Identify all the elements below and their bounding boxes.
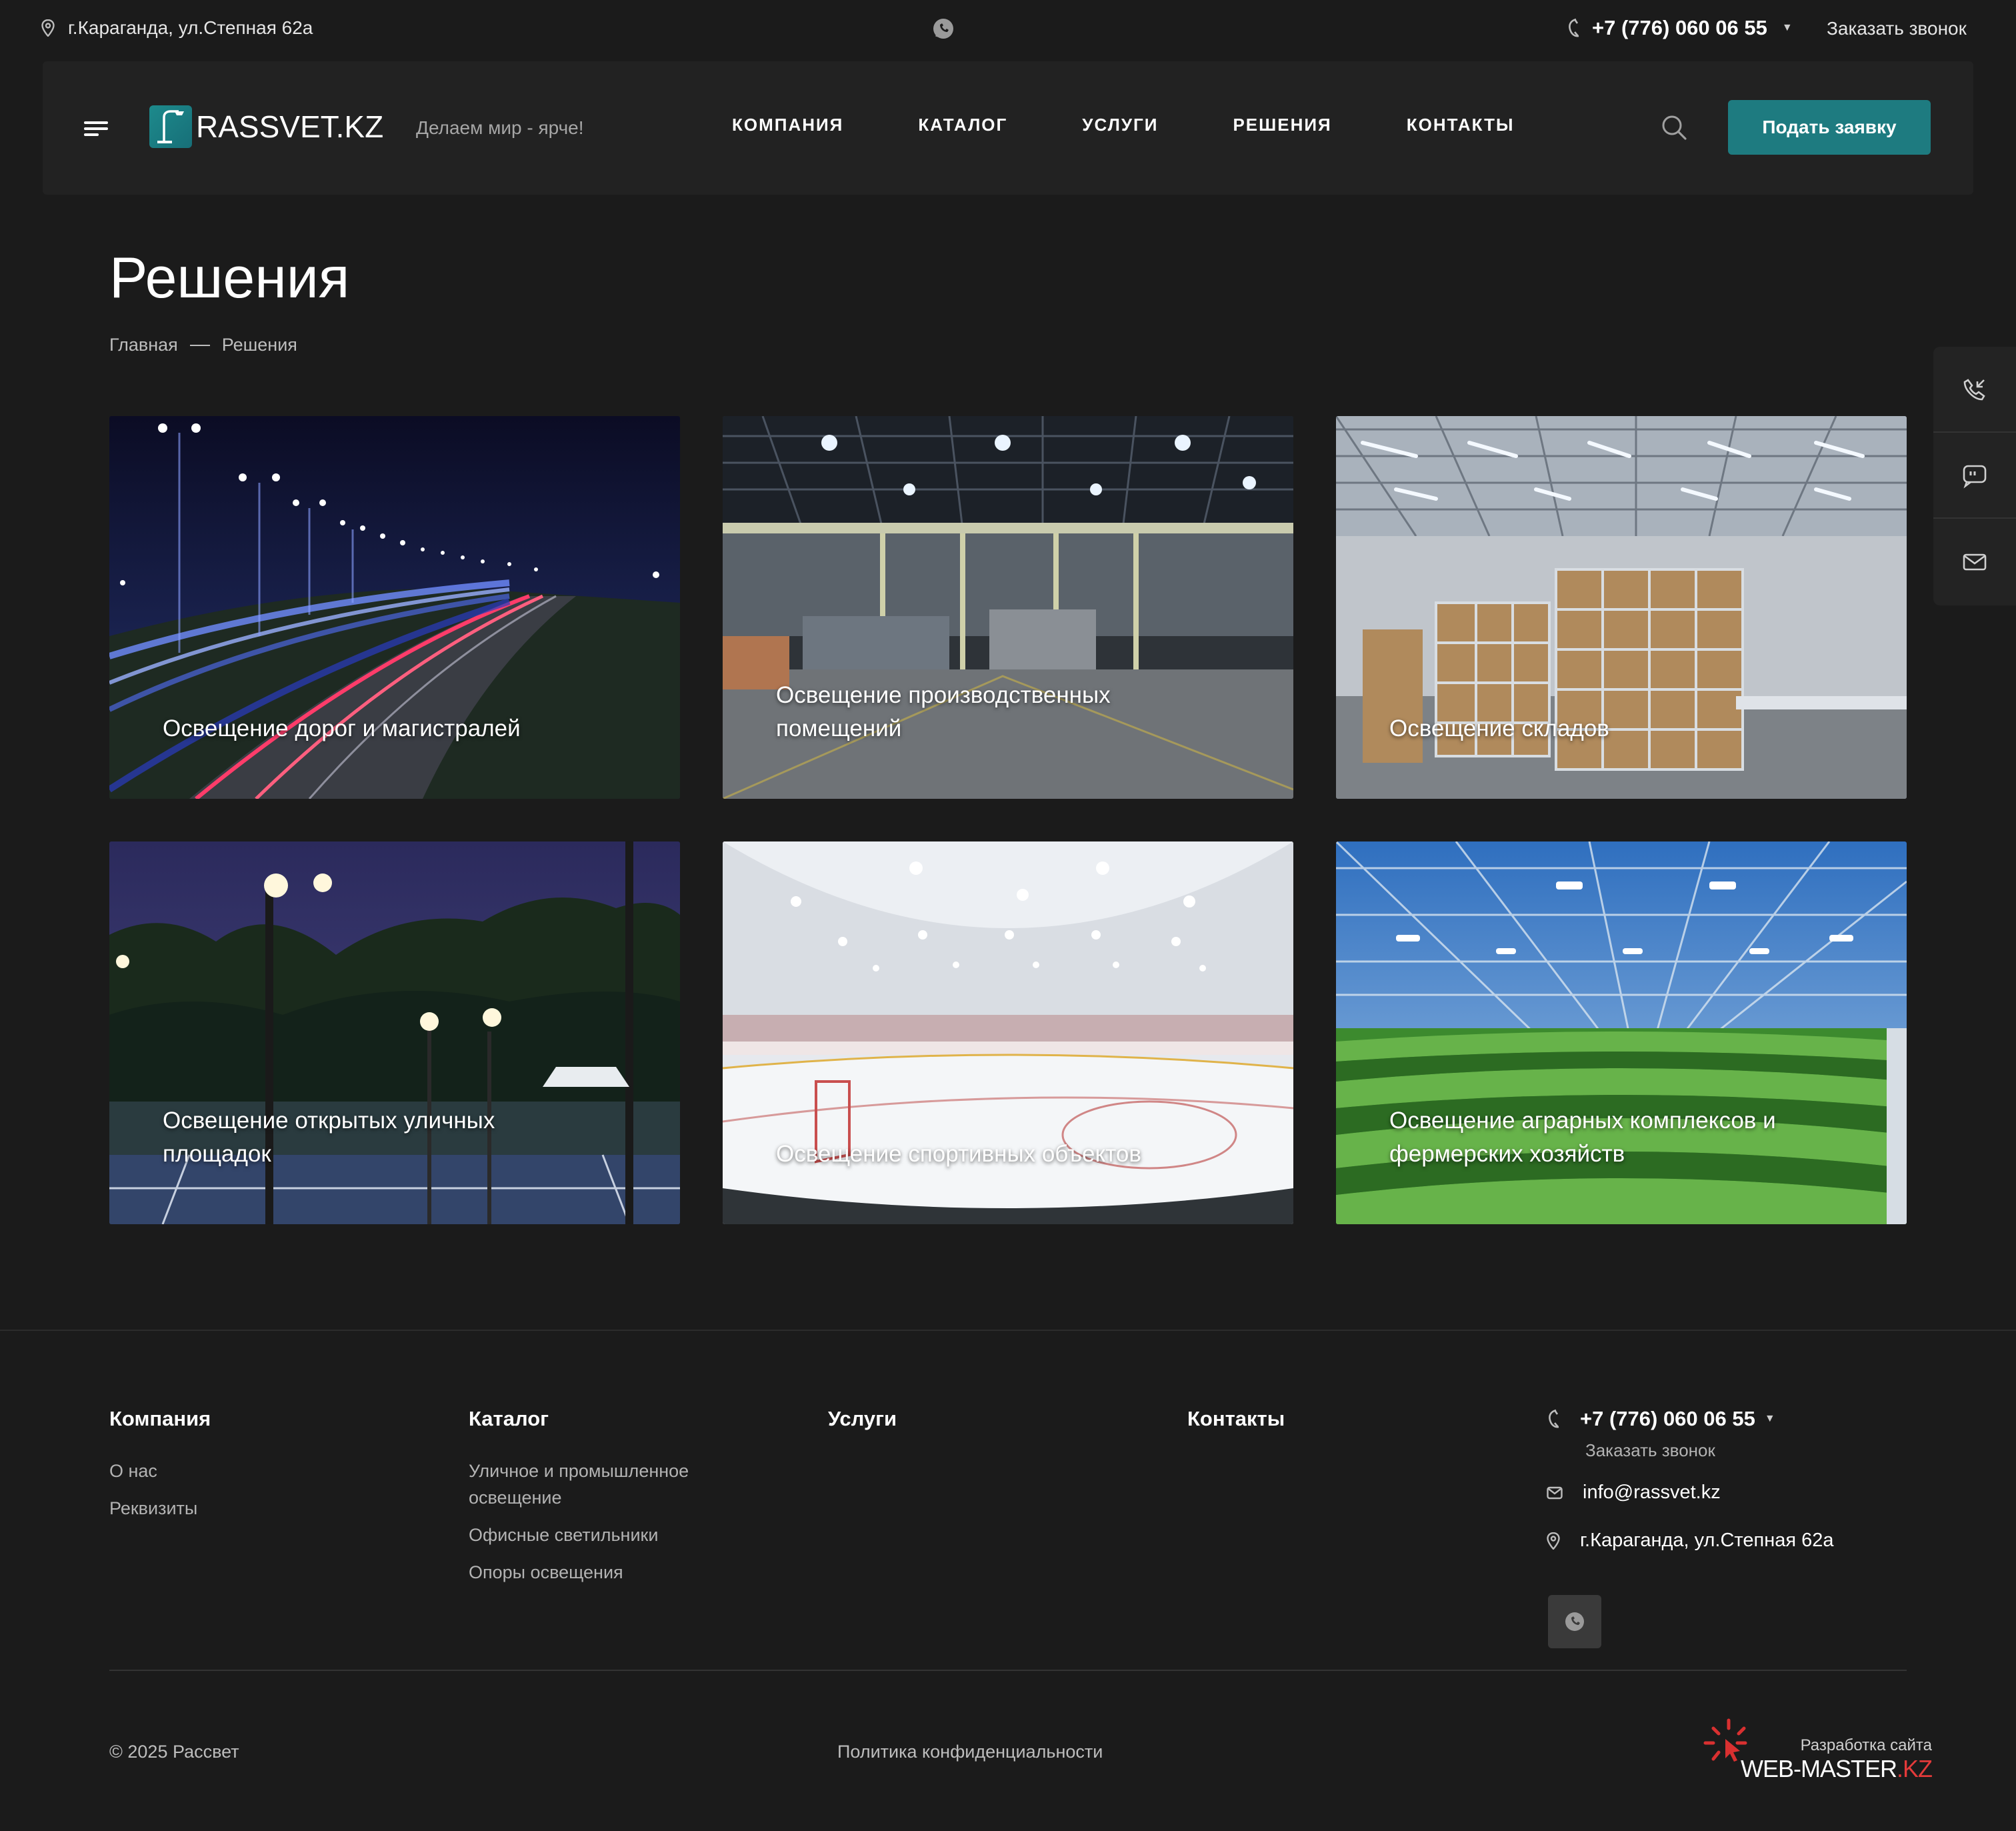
- footer-email-row[interactable]: info@rassvet.kz: [1547, 1482, 1721, 1504]
- footer-whatsapp-button[interactable]: [1548, 1595, 1601, 1648]
- developer-name[interactable]: WEB-MASTER.KZ: [1740, 1755, 1933, 1783]
- footer-link[interactable]: Уличное и промышленное освещение: [469, 1458, 749, 1511]
- main-nav: КОМПАНИЯ КАТАЛОГ УСЛУГИ РЕШЕНИЯ КОНТАКТЫ: [732, 115, 1589, 135]
- footer-link[interactable]: Реквизиты: [109, 1495, 389, 1522]
- footer-col-services: Услуги: [828, 1407, 897, 1458]
- footer-phone-number[interactable]: +7 (776) 060 06 55: [1580, 1407, 1755, 1431]
- whatsapp-icon[interactable]: [932, 17, 955, 40]
- solution-card-sports[interactable]: Освещение спортивных объектов: [723, 841, 1293, 1224]
- phone-icon: [1547, 1409, 1560, 1429]
- footer-col-title[interactable]: Каталог: [469, 1407, 749, 1431]
- chevron-down-icon[interactable]: ▼: [1782, 22, 1793, 34]
- nav-solutions[interactable]: РЕШЕНИЯ: [1233, 115, 1331, 135]
- developer-name-tld: .KZ: [1896, 1755, 1933, 1782]
- footer-link[interactable]: Опоры освещения: [469, 1559, 749, 1586]
- site-logo[interactable]: RASSVET.KZ: [149, 105, 383, 148]
- footer-col-title[interactable]: Компания: [109, 1407, 389, 1431]
- nav-company[interactable]: КОМПАНИЯ: [732, 115, 843, 135]
- nav-catalog[interactable]: КАТАЛОГ: [918, 115, 1007, 135]
- breadcrumb-separator: [189, 344, 210, 346]
- developer-name-main: WEB-MASTER: [1740, 1755, 1897, 1782]
- search-icon[interactable]: [1660, 113, 1688, 141]
- breadcrumb-current: Решения: [221, 335, 297, 355]
- phone-icon: [1567, 18, 1580, 38]
- main-header: RASSVET.KZ Делаем мир - ярче! КОМПАНИЯ К…: [43, 61, 1973, 195]
- privacy-policy-link[interactable]: Политика конфиденциальности: [837, 1742, 1103, 1762]
- solution-label[interactable]: Освещение аграрных комплексов и фермерск…: [1389, 1104, 1789, 1171]
- solution-label[interactable]: Освещение спортивных объектов: [776, 1138, 1176, 1171]
- solution-label[interactable]: Освещение складов: [1389, 712, 1789, 745]
- solution-label[interactable]: Освещение открытых уличных площадок: [163, 1104, 563, 1171]
- solution-card-production[interactable]: Освещение производственных помещений: [723, 416, 1293, 799]
- footer-callback-link[interactable]: Заказать звонок: [1585, 1440, 1715, 1461]
- footer-col-catalog: Каталог Уличное и промышленное освещение…: [469, 1407, 749, 1596]
- breadcrumb-home[interactable]: Главная: [109, 335, 178, 355]
- footer-link[interactable]: О нас: [109, 1458, 389, 1484]
- chevron-down-icon[interactable]: ▼: [1765, 1413, 1775, 1425]
- developer-credit[interactable]: Разработка сайта WEB-MASTER.KZ: [1699, 1714, 1933, 1787]
- mail-icon: [1547, 1486, 1563, 1500]
- footer-link[interactable]: Офисные светильники: [469, 1522, 749, 1548]
- top-callback-link[interactable]: Заказать звонок: [1827, 18, 1967, 39]
- footer-address-row: г.Караганда, ул.Степная 62а: [1547, 1530, 1833, 1552]
- breadcrumb: Главная Решения: [109, 335, 297, 355]
- footer-email[interactable]: info@rassvet.kz: [1583, 1482, 1721, 1504]
- page-title: Решения: [109, 246, 350, 310]
- footer-col-title[interactable]: Услуги: [828, 1407, 897, 1431]
- mail-icon[interactable]: [1933, 519, 2016, 605]
- solution-card-outdoor[interactable]: Освещение открытых уличных площадок: [109, 841, 680, 1224]
- footer-col-contacts: Контакты: [1187, 1407, 1285, 1458]
- footer-phone-row[interactable]: +7 (776) 060 06 55 ▼: [1547, 1407, 1775, 1431]
- chat-icon[interactable]: [1933, 433, 2016, 519]
- menu-burger-icon[interactable]: [84, 121, 108, 136]
- footer-address: г.Караганда, ул.Степная 62а: [1580, 1530, 1834, 1551]
- footer-col-company: Компания О нас Реквизиты: [109, 1407, 389, 1532]
- slogan: Делаем мир - ярче!: [416, 117, 584, 138]
- submit-request-button[interactable]: Подать заявку: [1728, 100, 1931, 155]
- solution-card-warehouses[interactable]: Освещение складов: [1336, 416, 1907, 799]
- logo-text: RASSVET.KZ: [196, 109, 384, 144]
- whatsapp-icon: [1563, 1610, 1586, 1633]
- solution-card-roads[interactable]: Освещение дорог и магистралей: [109, 416, 680, 799]
- location-pin-icon: [41, 19, 55, 37]
- top-phone[interactable]: +7 (776) 060 06 55 ▼: [1567, 16, 1793, 40]
- top-address-text: г.Караганда, ул.Степная 62а: [68, 17, 313, 38]
- copyright: © 2025 Рассвет: [109, 1742, 239, 1762]
- location-pin-icon: [1547, 1532, 1560, 1550]
- top-address: г.Караганда, ул.Степная 62а: [41, 17, 313, 39]
- footer-callback[interactable]: Заказать звонок: [1585, 1440, 1715, 1461]
- nav-services[interactable]: УСЛУГИ: [1082, 115, 1158, 135]
- lamp-logo-icon: [149, 105, 192, 148]
- footer-bottom-divider: [109, 1670, 1907, 1671]
- side-contact-widget: [1933, 347, 2016, 605]
- top-bar: г.Караганда, ул.Степная 62а +7 (776) 060…: [0, 0, 2016, 60]
- footer-divider: [0, 1330, 2016, 1331]
- solution-label[interactable]: Освещение производственных помещений: [776, 679, 1176, 745]
- developer-caption: Разработка сайта: [1800, 1736, 1932, 1754]
- footer-col-title[interactable]: Контакты: [1187, 1407, 1285, 1431]
- phone-callback-icon[interactable]: [1933, 347, 2016, 433]
- top-phone-number[interactable]: +7 (776) 060 06 55: [1592, 16, 1767, 40]
- nav-contacts[interactable]: КОНТАКТЫ: [1407, 115, 1515, 135]
- solution-label[interactable]: Освещение дорог и магистралей: [163, 712, 563, 745]
- solution-card-agro[interactable]: Освещение аграрных комплексов и фермерск…: [1336, 841, 1907, 1224]
